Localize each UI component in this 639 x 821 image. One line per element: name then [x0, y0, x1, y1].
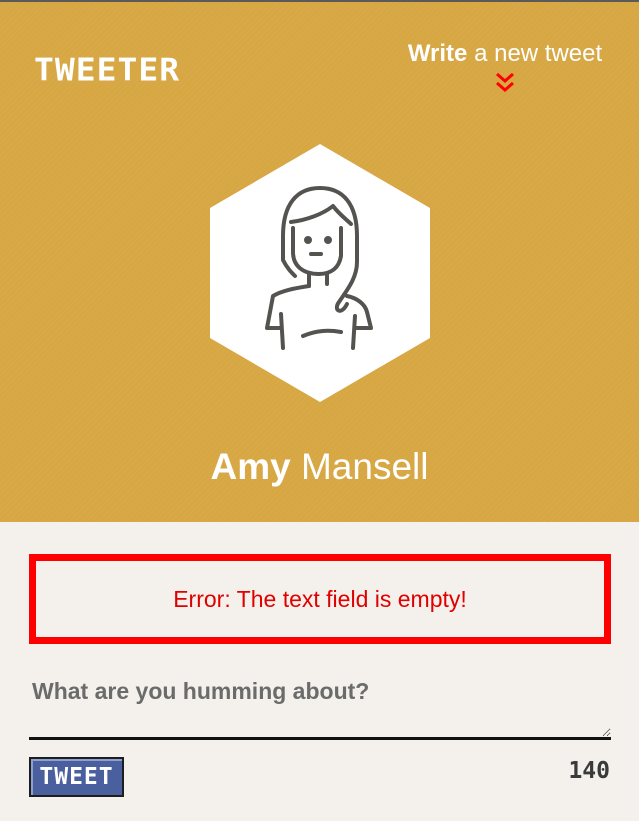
profile-header: TWEETER Write a new tweet Amy Mansell: [0, 2, 639, 522]
write-label-rest: a new tweet: [467, 40, 603, 67]
write-new-tweet-label: Write a new tweet: [380, 40, 630, 68]
last-name: Mansell: [290, 446, 429, 487]
character-counter: 140: [568, 758, 610, 784]
error-message-box: Error: The text field is empty!: [29, 554, 611, 644]
first-name: Amy: [210, 446, 291, 487]
write-label-bold: Write: [407, 40, 468, 67]
write-new-tweet-toggle[interactable]: Write a new tweet: [380, 40, 630, 94]
avatar: [210, 144, 430, 402]
tweet-text-input[interactable]: [29, 664, 611, 740]
app-logo[interactable]: TWEETER: [34, 51, 180, 88]
double-chevron-down-icon[interactable]: [493, 72, 517, 94]
tweet-button[interactable]: TWEET: [29, 757, 124, 797]
profile-name: Amy Mansell: [0, 446, 639, 488]
error-message: Error: The text field is empty!: [173, 585, 467, 612]
